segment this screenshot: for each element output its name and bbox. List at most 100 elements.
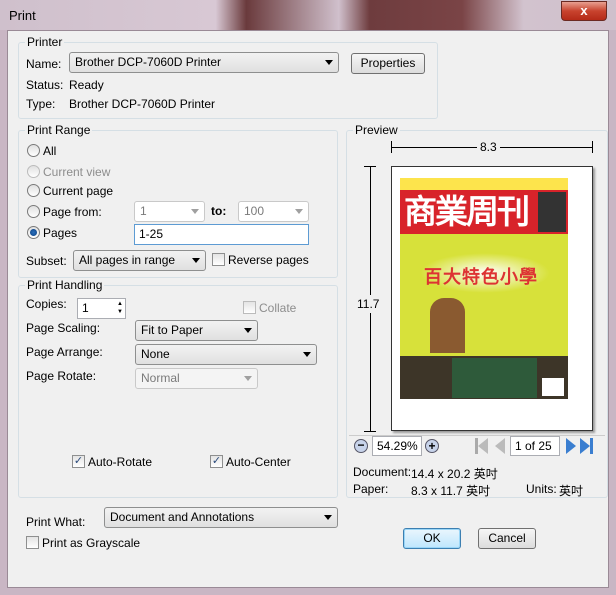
- page-scaling-value: Fit to Paper: [141, 323, 204, 337]
- collate-label: Collate: [259, 301, 297, 315]
- type-value: Brother DCP-7060D Printer: [69, 97, 216, 111]
- cancel-button[interactable]: Cancel: [478, 528, 536, 549]
- current-page-radio[interactable]: [27, 184, 40, 197]
- type-label: Type:: [26, 97, 56, 111]
- subset-value: All pages in range: [79, 253, 176, 267]
- width-tick-right: [592, 141, 593, 153]
- units-label: Units:: [526, 482, 557, 496]
- auto-center-checkbox[interactable]: ✓: [210, 455, 223, 468]
- print-what-dropdown[interactable]: Document and Annotations: [104, 507, 338, 528]
- first-page-icon[interactable]: [478, 438, 488, 454]
- pages-radio[interactable]: [27, 226, 40, 239]
- document-size: 14.4 x 20.2 英吋: [411, 467, 498, 481]
- print-handling-label: Print Handling: [25, 278, 105, 292]
- page-from-label: Page from:: [43, 205, 102, 219]
- status-value: Ready: [69, 78, 104, 92]
- grayscale-checkbox[interactable]: [26, 536, 39, 549]
- height-tick-bottom: [364, 431, 376, 432]
- auto-rotate-checkbox[interactable]: ✓: [72, 455, 85, 468]
- chevron-down-icon: [192, 258, 200, 263]
- copies-label: Copies:: [26, 297, 67, 311]
- print-range-label: Print Range: [25, 123, 93, 137]
- zoom-out-icon[interactable]: −: [354, 439, 368, 453]
- properties-button[interactable]: Properties: [351, 53, 425, 74]
- chevron-down-icon: [324, 515, 332, 520]
- auto-rotate-label: Auto-Rotate: [88, 455, 153, 469]
- printer-group: Printer Name: Brother DCP-7060D Printer …: [18, 35, 438, 119]
- reverse-pages-checkbox[interactable]: [212, 253, 225, 266]
- page-arrange-label: Page Arrange:: [26, 345, 103, 359]
- name-label: Name:: [26, 57, 62, 71]
- grayscale-label: Print as Grayscale: [42, 536, 141, 550]
- page-rotate-value: Normal: [141, 371, 180, 385]
- subset-dropdown[interactable]: All pages in range: [73, 250, 206, 271]
- page-scaling-dropdown[interactable]: Fit to Paper: [135, 320, 258, 341]
- height-value: 11.7: [357, 295, 380, 313]
- reverse-pages-label: Reverse pages: [228, 253, 309, 267]
- current-view-label: Current view: [43, 165, 111, 179]
- preview-group: Preview 8.3 11.7 商業周刊 百大特色小學 − 54.29% + …: [346, 123, 608, 498]
- window-title: Print: [9, 8, 36, 23]
- paper-label: Paper:: [353, 482, 389, 496]
- page-arrange-dropdown[interactable]: None: [135, 344, 317, 365]
- page-from-input[interactable]: 1: [134, 201, 205, 222]
- chevron-down-icon: [325, 60, 333, 65]
- print-what-value: Document and Annotations: [110, 510, 255, 524]
- chevron-down-icon: [303, 352, 311, 357]
- close-button[interactable]: x: [561, 1, 607, 21]
- chevron-down-icon: [295, 209, 303, 214]
- width-tick-left: [391, 141, 392, 153]
- collate-checkbox[interactable]: [243, 301, 256, 314]
- chevron-down-icon: [244, 376, 252, 381]
- subset-label: Subset:: [26, 254, 67, 268]
- page-from-radio[interactable]: [27, 205, 40, 218]
- previous-page-icon[interactable]: [495, 438, 505, 454]
- print-handling-group: Print Handling Copies: 1 ▲ ▼ Collate Page …: [18, 278, 338, 498]
- preview-label: Preview: [353, 123, 400, 137]
- printer-name-value: Brother DCP-7060D Printer: [75, 55, 222, 69]
- page-to-input[interactable]: 100: [238, 201, 309, 222]
- copies-value: 1: [82, 301, 89, 315]
- paper-size: 8.3 x 11.7 英吋: [411, 484, 491, 498]
- chevron-down-icon: [244, 328, 252, 333]
- printer-name-dropdown[interactable]: Brother DCP-7060D Printer: [69, 52, 339, 73]
- cover-title: 商業周刊: [404, 193, 530, 230]
- print-dialog: Printer Name: Brother DCP-7060D Printer …: [7, 30, 609, 588]
- status-label: Status:: [26, 78, 64, 92]
- to-label: to:: [211, 204, 227, 218]
- print-range-group: Print Range All Current view Current pag…: [18, 123, 338, 278]
- print-what-label: Print What:: [26, 515, 86, 529]
- spin-arrows-icon[interactable]: ▲ ▼: [117, 300, 123, 316]
- ok-button[interactable]: OK: [403, 528, 461, 549]
- auto-center-label: Auto-Center: [226, 455, 291, 469]
- pages-input[interactable]: 1-25: [134, 224, 309, 245]
- chevron-down-icon: [191, 209, 199, 214]
- cover-headline: 百大特色小學: [424, 267, 538, 287]
- document-label: Document:: [353, 465, 412, 479]
- page-input[interactable]: 1 of 25: [510, 436, 560, 456]
- height-tick-top: [364, 166, 376, 167]
- all-radio[interactable]: [27, 144, 40, 157]
- page-preview: 商業周刊 百大特色小學: [391, 166, 593, 431]
- width-value: 8.3: [477, 140, 500, 154]
- copies-stepper[interactable]: 1 ▲ ▼: [77, 298, 126, 319]
- page-rotate-label: Page Rotate:: [26, 369, 97, 383]
- page-scaling-label: Page Scaling:: [26, 321, 101, 335]
- page-rotate-dropdown[interactable]: Normal: [135, 368, 258, 389]
- magazine-cover-image: 商業周刊 百大特色小學: [400, 178, 568, 399]
- from-value: 1: [140, 204, 147, 218]
- printer-group-label: Printer: [25, 35, 65, 49]
- last-page-icon[interactable]: [580, 438, 590, 454]
- current-view-radio[interactable]: [27, 165, 40, 178]
- zoom-in-icon[interactable]: +: [425, 439, 439, 453]
- current-page-label: Current page: [43, 184, 114, 198]
- title-bar[interactable]: Print x: [0, 0, 616, 30]
- next-page-icon[interactable]: [566, 438, 576, 454]
- last-page-bar: [590, 438, 593, 454]
- page-arrange-value: None: [141, 347, 170, 361]
- units-value: 英吋: [559, 484, 584, 498]
- all-label: All: [43, 144, 57, 158]
- pages-label: Pages: [43, 226, 78, 240]
- zoom-input[interactable]: 54.29%: [372, 436, 422, 456]
- to-value: 100: [244, 204, 265, 218]
